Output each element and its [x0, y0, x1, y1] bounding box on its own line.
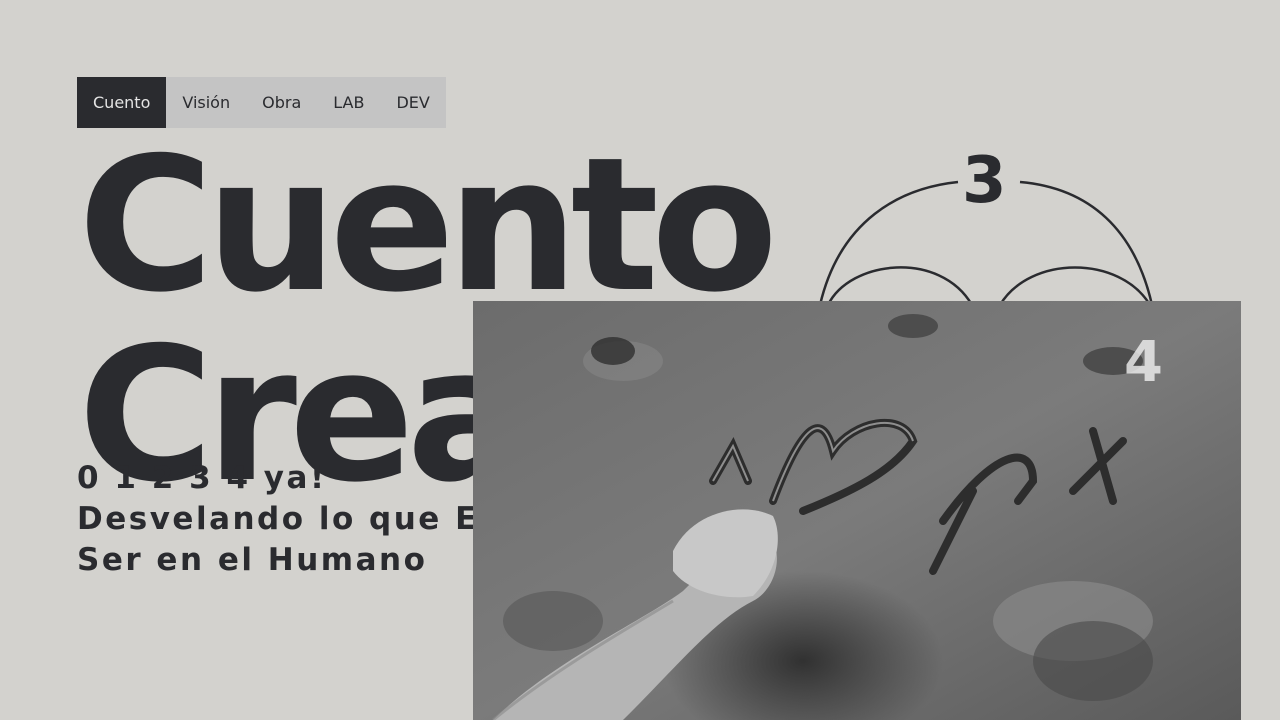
- diagram-number-3: 3: [962, 144, 1007, 218]
- clay-writing-photo: [473, 301, 1241, 720]
- inner-arc-left: [826, 266, 974, 306]
- subtitle-line1: 0 1 2 3 4 ya!: [77, 460, 327, 496]
- hero-subtitle: 0 1 2 3 4 ya! Desvelando lo que Es Ser e…: [77, 458, 500, 581]
- number-arc-diagram: 3: [790, 140, 1190, 310]
- subtitle-line3: Ser en el Humano: [77, 542, 428, 578]
- outer-arc-left: [818, 180, 959, 306]
- photo-image: [473, 301, 1241, 720]
- inner-arc-right: [998, 266, 1152, 306]
- subtitle-line2: Desvelando lo que Es: [77, 501, 500, 537]
